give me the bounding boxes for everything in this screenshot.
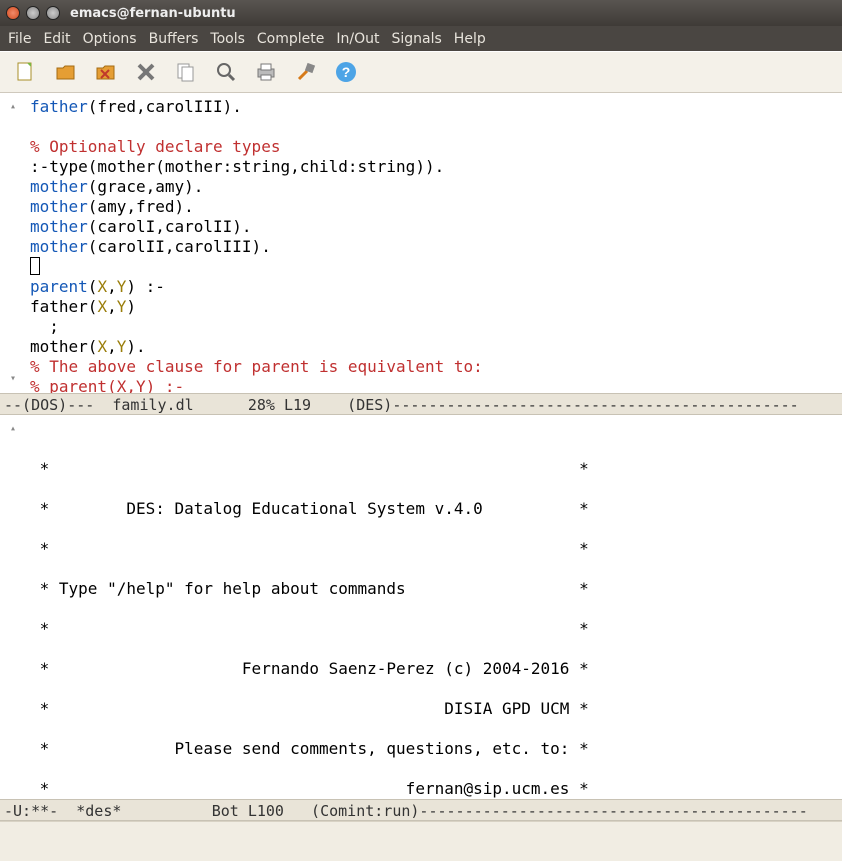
shell-line: * Please send comments, questions, etc. … xyxy=(30,739,836,759)
code-var: X xyxy=(97,277,107,296)
code-token: ) xyxy=(126,297,136,316)
menu-help[interactable]: Help xyxy=(454,31,486,47)
menu-tools[interactable]: Tools xyxy=(210,31,245,47)
menu-bar: File Edit Options Buffers Tools Complete… xyxy=(0,26,842,51)
shell-line: * * xyxy=(30,539,836,559)
source-buffer[interactable]: ▴ ▾ father(fred,carolIII). % Optionally … xyxy=(0,93,842,393)
minimize-icon[interactable] xyxy=(26,6,40,20)
shell-line: * DES: Datalog Educational System v.4.0 … xyxy=(30,499,836,519)
close-icon[interactable] xyxy=(6,6,20,20)
code-var: Y xyxy=(117,277,127,296)
minibuffer[interactable] xyxy=(0,821,842,861)
code-var: Y xyxy=(117,337,127,356)
fold-marker-icon: ▾ xyxy=(10,369,16,389)
code-token: , xyxy=(107,297,117,316)
search-icon[interactable] xyxy=(214,60,238,84)
shell-line: * fernan@sip.ucm.es * xyxy=(30,779,836,799)
maximize-icon[interactable] xyxy=(46,6,60,20)
code-token: ; xyxy=(30,317,59,336)
code-token: ) :- xyxy=(126,277,165,296)
help-icon[interactable]: ? xyxy=(334,60,358,84)
code-var: X xyxy=(97,337,107,356)
shell-line: * Fernando Saenz-Perez (c) 2004-2016 * xyxy=(30,659,836,679)
code-token: ). xyxy=(126,337,145,356)
open-folder-icon[interactable] xyxy=(54,60,78,84)
code-token: (amy,fred). xyxy=(88,197,194,216)
shell-buffer[interactable]: ▴ * * * DES: Datalog Educational System … xyxy=(0,415,842,799)
menu-signals[interactable]: Signals xyxy=(391,31,441,47)
code-token: mother( xyxy=(30,337,97,356)
modeline-top: --(DOS)--- family.dl 28% L19 (DES)------… xyxy=(0,393,842,415)
shell-line: * Type "/help" for help about commands * xyxy=(30,579,836,599)
code-token: (carolI,carolII). xyxy=(88,217,252,236)
code-comment: % Optionally declare types xyxy=(30,137,836,157)
code-token: , xyxy=(107,337,117,356)
shell-line: * DISIA GPD UCM * xyxy=(30,699,836,719)
code-token: (grace,amy). xyxy=(88,177,204,196)
code-token: father( xyxy=(30,297,97,316)
code-token: ( xyxy=(88,277,98,296)
menu-complete[interactable]: Complete xyxy=(257,31,324,47)
code-token: mother xyxy=(30,177,88,196)
print-icon[interactable] xyxy=(254,60,278,84)
code-var: Y xyxy=(117,297,127,316)
code-comment: % The above clause for parent is equival… xyxy=(30,357,836,377)
code-token: mother xyxy=(30,237,88,256)
new-file-icon[interactable] xyxy=(14,60,38,84)
code-token: parent xyxy=(30,277,88,296)
window-titlebar: emacs@fernan-ubuntu xyxy=(0,0,842,26)
fold-marker-icon: ▴ xyxy=(10,419,16,439)
toolbar: ? xyxy=(0,51,842,93)
close-x-icon[interactable] xyxy=(134,60,158,84)
window-title: emacs@fernan-ubuntu xyxy=(70,6,236,21)
code-var: X xyxy=(97,297,107,316)
menu-inout[interactable]: In/Out xyxy=(336,31,379,47)
code-token: (carolII,carolIII). xyxy=(88,237,271,256)
menu-buffers[interactable]: Buffers xyxy=(149,31,199,47)
fold-marker-icon: ▴ xyxy=(10,97,16,117)
menu-options[interactable]: Options xyxy=(83,31,137,47)
code-token: father xyxy=(30,97,88,116)
code-token: mother xyxy=(30,197,88,216)
code-token: (fred,carolIII). xyxy=(88,97,242,116)
modeline-bottom: -U:**- *des* Bot L100 (Comint:run)------… xyxy=(0,799,842,821)
code-comment: % parent(X,Y) :- xyxy=(30,377,836,393)
preferences-icon[interactable] xyxy=(294,60,318,84)
svg-text:?: ? xyxy=(342,64,351,80)
text-cursor xyxy=(30,257,40,275)
copy-icon[interactable] xyxy=(174,60,198,84)
shell-line: * * xyxy=(30,619,836,639)
code-line: :-type(mother(mother:string,child:string… xyxy=(30,157,836,177)
folder-x-icon[interactable] xyxy=(94,60,118,84)
menu-file[interactable]: File xyxy=(8,31,31,47)
code-token: , xyxy=(107,277,117,296)
code-token: mother xyxy=(30,217,88,236)
shell-line: * * xyxy=(30,459,836,479)
menu-edit[interactable]: Edit xyxy=(43,31,70,47)
